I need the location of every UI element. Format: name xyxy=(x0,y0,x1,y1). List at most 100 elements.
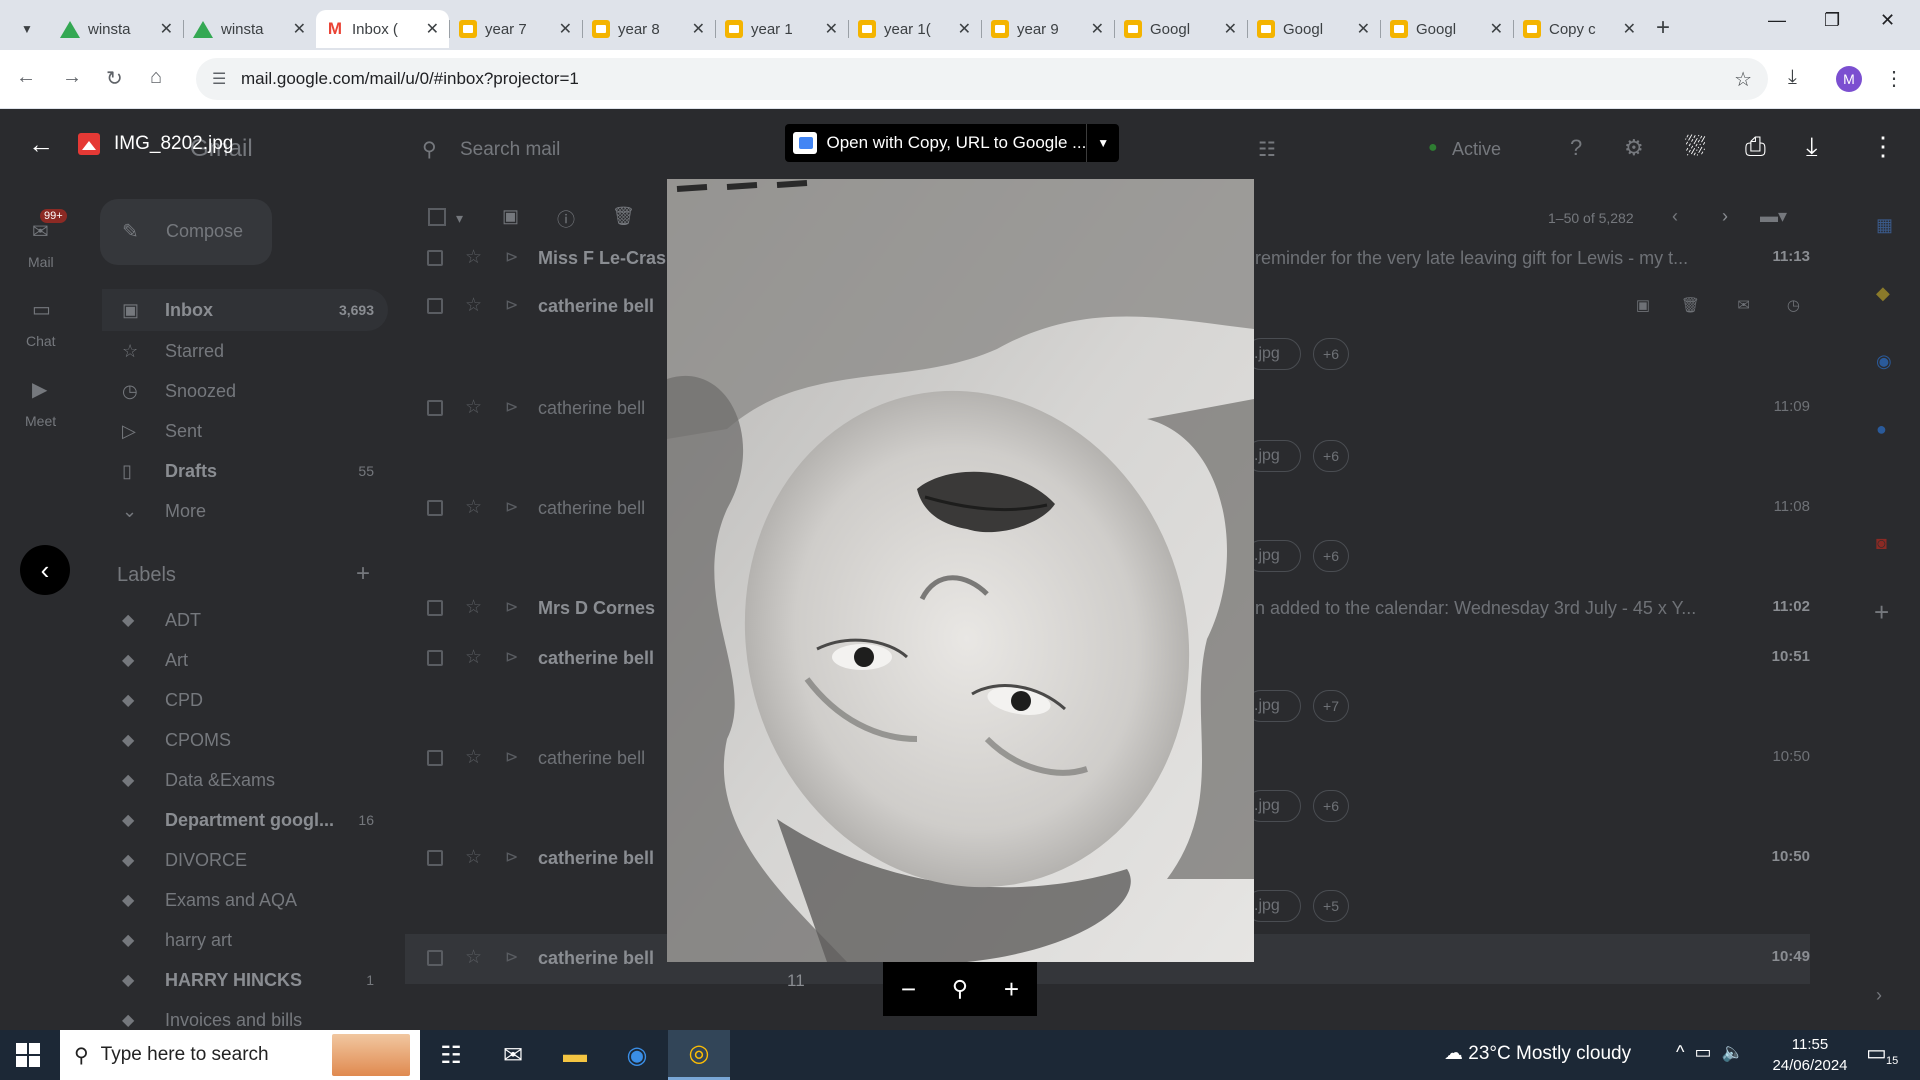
restore-button[interactable]: ❐ xyxy=(1824,10,1840,31)
important-marker-icon[interactable]: ⊳ xyxy=(505,847,518,867)
open-with-button[interactable]: Open with Copy, URL to Google ... ▼ xyxy=(785,124,1119,162)
select-dropdown-icon[interactable]: ▾ xyxy=(456,210,463,227)
tab-close-icon[interactable]: ✕ xyxy=(1224,19,1237,39)
new-tab-button[interactable]: + xyxy=(1656,14,1670,42)
row-checkbox[interactable] xyxy=(427,750,443,766)
label-item[interactable]: ◆ DIVORCE xyxy=(102,840,388,880)
file-explorer-icon[interactable]: ▬ xyxy=(544,1030,606,1080)
task-view-icon[interactable]: ☷ xyxy=(420,1030,482,1080)
label-item[interactable]: ◆ ADT xyxy=(102,600,388,640)
chrome-taskbar-icon[interactable]: ◎ xyxy=(668,1030,730,1080)
previous-image-button[interactable]: ‹ xyxy=(20,545,70,595)
label-item[interactable]: ◆ Department googl... 16 xyxy=(102,800,388,840)
close-window-button[interactable]: ✕ xyxy=(1880,10,1895,31)
taskbar-search[interactable]: ⚲ Type here to search xyxy=(60,1030,420,1080)
get-addons-icon[interactable]: + xyxy=(1874,597,1889,628)
more-attachments-chip[interactable]: +6 xyxy=(1313,540,1349,572)
label-item[interactable]: ◆ CPOMS xyxy=(102,720,388,760)
mark-read-icon[interactable]: ✉ xyxy=(1737,296,1750,314)
menu-kebab-icon[interactable]: ⋮ xyxy=(1884,66,1904,91)
important-marker-icon[interactable]: ⊳ xyxy=(505,497,518,517)
zoom-in-button[interactable]: + xyxy=(1004,974,1019,1005)
zoom-out-button[interactable]: − xyxy=(901,974,916,1005)
reload-button[interactable]: ↻ xyxy=(106,66,123,91)
tab-close-icon[interactable]: ✕ xyxy=(825,19,838,39)
snooze-icon[interactable]: ◷ xyxy=(1787,296,1800,314)
label-item[interactable]: ◆ HARRY HINCKS 1 xyxy=(102,960,388,1000)
print-icon[interactable]: ⎙ xyxy=(1745,131,1766,163)
weather-widget[interactable]: ☁ 23°C Mostly cloudy xyxy=(1444,1042,1631,1065)
important-marker-icon[interactable]: ⊳ xyxy=(505,647,518,667)
site-info-icon[interactable]: ☰ xyxy=(212,69,226,89)
bookmark-star-icon[interactable]: ☆ xyxy=(1734,67,1752,92)
row-checkbox[interactable] xyxy=(427,500,443,516)
contacts-icon[interactable]: ● xyxy=(1876,419,1887,440)
label-item[interactable]: ◆ harry art xyxy=(102,920,388,960)
nav-item-starred[interactable]: ☆ Starred xyxy=(102,331,388,371)
network-icon[interactable]: ▭ xyxy=(1694,1042,1711,1062)
downloads-icon[interactable]: ⤓ xyxy=(1788,66,1797,89)
side-panel-expand-icon[interactable]: › xyxy=(1876,985,1882,1006)
important-marker-icon[interactable]: ⊳ xyxy=(505,295,518,315)
star-icon[interactable]: ☆ xyxy=(465,396,482,419)
report-spam-icon[interactable]: ⓘ xyxy=(557,206,575,232)
tab-close-icon[interactable]: ✕ xyxy=(1357,19,1370,39)
star-icon[interactable]: ☆ xyxy=(465,246,482,269)
tab-close-icon[interactable]: ✕ xyxy=(1091,19,1104,39)
profile-avatar[interactable]: M xyxy=(1836,66,1862,92)
maps-app-icon[interactable]: ◉ xyxy=(606,1030,668,1080)
more-attachments-chip[interactable]: +7 xyxy=(1313,690,1349,722)
row-checkbox[interactable] xyxy=(427,950,443,966)
important-marker-icon[interactable]: ⊳ xyxy=(505,947,518,967)
add-to-drive-icon[interactable]: ⛆ xyxy=(1685,131,1706,163)
label-item[interactable]: ◆ Data &Exams xyxy=(102,760,388,800)
label-item[interactable]: ◆ Art xyxy=(102,640,388,680)
row-checkbox[interactable] xyxy=(427,650,443,666)
tab-10[interactable]: Googl ✕ xyxy=(1380,10,1513,48)
delete-icon[interactable]: 🗑 xyxy=(612,206,635,227)
back-button[interactable]: ← xyxy=(16,66,36,89)
prev-page-icon[interactable]: ‹ xyxy=(1672,206,1678,227)
row-checkbox[interactable] xyxy=(427,850,443,866)
star-icon[interactable]: ☆ xyxy=(465,846,482,869)
tab-close-icon[interactable]: ✕ xyxy=(1623,19,1636,39)
tab-close-icon[interactable]: ✕ xyxy=(1490,19,1503,39)
row-checkbox[interactable] xyxy=(427,400,443,416)
tab-close-icon[interactable]: ✕ xyxy=(692,19,705,39)
more-attachments-chip[interactable]: +6 xyxy=(1313,338,1349,370)
forward-button[interactable]: → xyxy=(62,66,82,89)
star-icon[interactable]: ☆ xyxy=(465,746,482,769)
more-attachments-chip[interactable]: +6 xyxy=(1313,790,1349,822)
tab-5[interactable]: year 1 ✕ xyxy=(715,10,848,48)
more-attachments-chip[interactable]: +6 xyxy=(1313,440,1349,472)
tab-close-icon[interactable]: ✕ xyxy=(559,19,572,39)
tab-1[interactable]: winsta ✕ xyxy=(183,10,316,48)
tab-4[interactable]: year 8 ✕ xyxy=(582,10,715,48)
close-viewer-arrow-icon[interactable]: ← xyxy=(28,129,54,160)
next-page-icon[interactable]: › xyxy=(1722,206,1728,227)
input-tools-icon[interactable]: ▬▾ xyxy=(1760,206,1787,227)
star-icon[interactable]: ☆ xyxy=(465,596,482,619)
calendar-icon[interactable]: ▦ xyxy=(1876,215,1893,236)
addon-icon[interactable]: ◙ xyxy=(1876,533,1887,554)
tab-close-icon[interactable]: ✕ xyxy=(293,19,306,39)
address-bar[interactable]: ☰ mail.google.com/mail/u/0/#inbox?projec… xyxy=(196,58,1768,100)
important-marker-icon[interactable]: ⊳ xyxy=(505,747,518,767)
volume-icon[interactable]: 🔈 xyxy=(1722,1042,1744,1062)
row-checkbox[interactable] xyxy=(427,250,443,266)
star-icon[interactable]: ☆ xyxy=(465,946,482,969)
tab-close-icon[interactable]: ✕ xyxy=(958,19,971,39)
compose-button[interactable]: ✎ Compose xyxy=(100,199,272,265)
download-icon[interactable]: ⤓ xyxy=(1806,131,1818,163)
clock[interactable]: 11:55 24/06/2024 xyxy=(1770,1034,1850,1076)
add-label-icon[interactable]: + xyxy=(356,560,370,588)
tab-7[interactable]: year 9 ✕ xyxy=(981,10,1114,48)
label-item[interactable]: ◆ Exams and AQA xyxy=(102,880,388,920)
nav-item-drafts[interactable]: ▯ Drafts 55 xyxy=(102,451,388,491)
zoom-reset-icon[interactable]: ⚲ xyxy=(952,976,968,1002)
tab-search-button[interactable]: ▼ xyxy=(12,14,42,44)
star-icon[interactable]: ☆ xyxy=(465,646,482,669)
important-marker-icon[interactable]: ⊳ xyxy=(505,247,518,267)
tab-2[interactable]: M Inbox (✕ xyxy=(316,10,449,48)
star-icon[interactable]: ☆ xyxy=(465,294,482,317)
